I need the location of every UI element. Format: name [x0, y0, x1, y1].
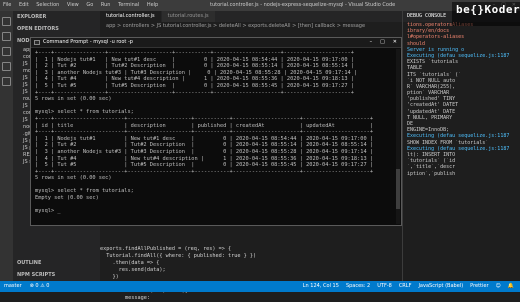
editor-tabs: tutorial.controller.js tutorial.routes.j…	[100, 11, 402, 22]
terminal-line: mysql> _	[35, 208, 61, 215]
code-line: })	[100, 274, 402, 281]
encoding[interactable]: UTF-8	[377, 281, 392, 292]
cmd-title: Command Prompt - mysql -u root -p	[43, 39, 133, 45]
status-bar: master ⊗ 0 ⚠ 0 Ln 124, Col 15 Spaces: 2 …	[0, 281, 520, 292]
terminal-line: | 2 | Tut #2 | Tut#2 Description | 0 | 2…	[35, 63, 354, 70]
debug-output: tions.operatorsAliases ibrary/en/docs l#op…	[403, 22, 520, 177]
terminal-line: | 5 | Tut #5 | Tut#5 Description | 0 | 2…	[35, 162, 374, 169]
terminal-icon	[34, 40, 40, 45]
notifications-icon[interactable]: 🔔	[508, 281, 514, 292]
window-title: tutorial.controller.js - nodejs-express-…	[210, 2, 396, 8]
menu-view[interactable]: View	[67, 2, 79, 8]
open-editors-section[interactable]: OPEN EDITORS	[13, 23, 100, 35]
terminal-line: | 3 | another Nodejs tut#3 | Tut#3 Descr…	[35, 148, 374, 155]
code-line: Tutorial.findAll({ where: { published: t…	[100, 253, 402, 260]
cmd-scroll-thumb[interactable]	[396, 169, 400, 209]
title-bar: File Edit Selection View Go Run Terminal…	[0, 0, 520, 11]
search-icon[interactable]	[2, 32, 11, 41]
line-ending[interactable]: CRLF	[399, 281, 412, 292]
terminal-line: | 1 | Nodejs tut#1 | New tut#1 desc | 0 …	[35, 135, 374, 142]
language-mode[interactable]: JavaScript (Babel)	[418, 281, 463, 292]
code-line: message:	[100, 295, 402, 302]
npm-scripts-section[interactable]: NPM SCRIPTS	[13, 269, 100, 281]
code-line: exports.findAllPublished = (req, res) =>…	[100, 246, 402, 253]
terminal-line: 5 rows in set (0.00 sec)	[35, 96, 112, 103]
cmd-maximize-button[interactable]: □	[380, 38, 385, 47]
cmd-title-bar[interactable]: Command Prompt - mysql -u root -p – □ ✕	[31, 38, 401, 48]
menu-help[interactable]: Help	[147, 2, 158, 8]
command-prompt-window[interactable]: Command Prompt - mysql -u root -p – □ ✕ …	[30, 37, 402, 226]
explorer-header: EXPLORER	[17, 14, 47, 20]
terminal-line: | id | title | description | published |…	[35, 122, 374, 129]
source-control-icon[interactable]	[2, 47, 11, 56]
terminal-line: | 4 | Tut #4 | New tut#4 description | 1…	[35, 76, 354, 83]
code-text: message:	[100, 295, 150, 301]
terminal-line: +----+----------------+-----------------…	[35, 50, 354, 56]
activity-bar	[0, 11, 13, 281]
code-text: .then(data => {	[100, 260, 160, 266]
terminal-line: +----+----------------------+-----------…	[35, 115, 374, 122]
terminal-line: mysql> select * from tutorials;	[35, 109, 134, 116]
tab-tutorial-controller[interactable]: tutorial.controller.js	[100, 11, 162, 22]
breadcrumb[interactable]: app > controllers > JS tutorial.controll…	[100, 22, 402, 30]
outline-section[interactable]: OUTLINE	[13, 257, 100, 269]
problems-count[interactable]: ⊗ 0 ⚠ 0	[30, 281, 50, 292]
debug-console-panel: DEBUG CONSOLE tions.operatorsAliases ibra…	[402, 11, 520, 281]
run-debug-icon[interactable]	[2, 62, 11, 71]
menu-terminal[interactable]: Terminal	[118, 2, 139, 8]
code-line: res.send(data);	[100, 267, 402, 274]
menu-selection[interactable]: Selection	[36, 2, 59, 8]
extensions-icon[interactable]	[2, 77, 11, 86]
feedback-icon[interactable]: ☺	[496, 281, 501, 292]
terminal-line: | 3 | another Nodejs tut#3 | Tut#3 Descr…	[35, 69, 358, 76]
code-text: Tutorial.findAll({ where: { published: t…	[100, 253, 257, 259]
debug-line[interactable]: Executing (defau sequelize.js:1187	[403, 133, 520, 139]
terminal-line: +----+----------------+-----------------…	[35, 89, 354, 96]
terminal-line: | 1 | Nodejs tut#1 | New tut#1 desc | 0 …	[35, 56, 354, 63]
terminal-line: mysql> select * from tutorials;	[35, 188, 134, 195]
indentation[interactable]: Spaces: 2	[346, 281, 370, 292]
code-text: })	[100, 274, 119, 280]
explorer-icon[interactable]	[2, 17, 11, 26]
menu-edit[interactable]: Edit	[19, 2, 29, 8]
code-editor[interactable]: exports.findAllPublished = (req, res) =>…	[100, 246, 402, 301]
terminal-line: +----+----------------------+-----------…	[35, 129, 374, 136]
cursor-position[interactable]: Ln 124, Col 15	[303, 281, 339, 292]
terminal-line: | 5 | Tut #5 | Tut#5 Description | 0 | 2…	[35, 82, 354, 89]
terminal-output[interactable]: +----+----------------+-----------------…	[31, 48, 401, 228]
terminal-line: Empty set (0.00 sec)	[35, 195, 99, 202]
menu-run[interactable]: Run	[101, 2, 111, 8]
menu-file[interactable]: File	[3, 2, 11, 8]
menu-bar: File Edit Selection View Go Run Terminal…	[0, 0, 161, 11]
terminal-line: | 2 | Tut #2 | Tut#2 Description | 0 | 2…	[35, 142, 374, 149]
code-text: exports.findAllPublished = (req, res) =>…	[100, 246, 232, 252]
terminal-line: 5 rows in set (0.00 sec)	[35, 175, 112, 182]
cmd-close-button[interactable]: ✕	[393, 38, 397, 47]
cmd-minimize-button[interactable]: –	[370, 38, 373, 47]
watermark-logo: be{}Koder	[456, 3, 520, 16]
terminal-line: +----+----------------------+-----------…	[35, 168, 374, 175]
debug-line: iption`,`publish	[407, 170, 456, 177]
prettier-status[interactable]: Prettier	[470, 281, 488, 292]
git-branch[interactable]: master	[4, 281, 22, 292]
tab-tutorial-routes[interactable]: tutorial.routes.js	[161, 11, 216, 22]
code-text: res.send(data);	[100, 267, 166, 273]
cmd-scrollbar[interactable]	[396, 49, 400, 224]
terminal-line: | 4 | Tut #4 | New tut#4 description | 1…	[35, 155, 374, 162]
code-line: .then(data => {	[100, 260, 402, 267]
menu-go[interactable]: Go	[86, 2, 93, 8]
